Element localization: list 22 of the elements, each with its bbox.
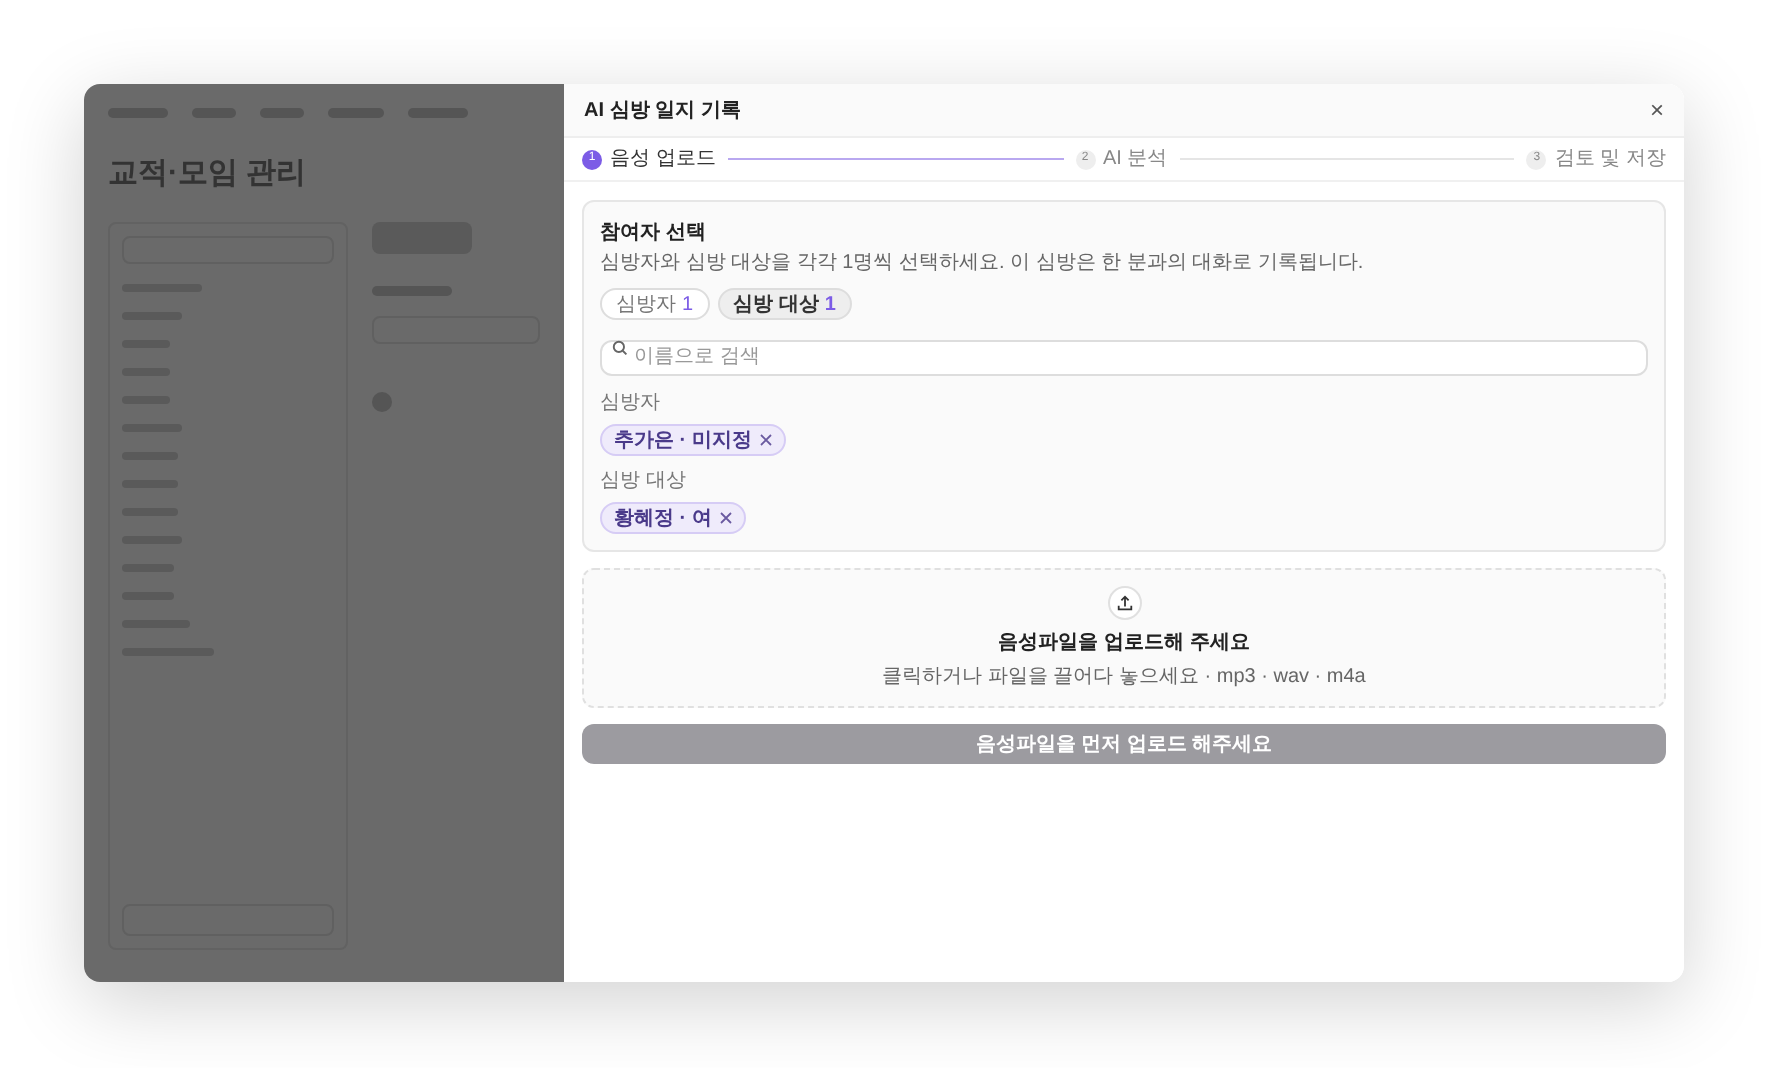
step-label: 음성 업로드 bbox=[610, 146, 716, 174]
section-description: 심방자와 심방 대상을 각각 1명씩 선택하세요. 이 심방은 한 분과의 대화로 기록됩니다. bbox=[600, 250, 1366, 278]
upload-hint: 클릭하거나 파일을 끌어다 놓으세요 · mp3 · wav · m4a bbox=[882, 663, 1366, 691]
group-label: 심방자 bbox=[600, 390, 662, 418]
chip-label: 황혜정 · 여 bbox=[614, 505, 712, 533]
section-title: 참여자 선택 bbox=[600, 220, 708, 248]
search-field[interactable]: 이름으로 검색 bbox=[600, 339, 1648, 375]
group-label: 심방 대상 bbox=[600, 468, 688, 496]
search-icon bbox=[612, 340, 628, 356]
remove-icon[interactable] bbox=[759, 434, 772, 446]
role-toggle[interactable]: 심방 대상 1 bbox=[717, 288, 852, 320]
step-label: 검토 및 저장 bbox=[1554, 146, 1667, 174]
chip-label: 추가은 · 미지정 bbox=[614, 427, 752, 455]
close-button[interactable]: × bbox=[1649, 98, 1664, 122]
upload-icon bbox=[1107, 585, 1141, 619]
role-toggle[interactable]: 심방자 1 bbox=[600, 288, 710, 320]
modal-title: AI 심방 일지 기록 bbox=[584, 97, 741, 125]
remove-icon[interactable] bbox=[719, 512, 732, 524]
upload-dropzone[interactable]: 음성파일을 업로드해 주세요 클릭하거나 파일을 끌어다 놓으세요 · mp3 · wav · m4a bbox=[582, 568, 1666, 708]
page-title: 교적·모임 관리 bbox=[108, 154, 309, 194]
upload-title: 음성파일을 업로드해 주세요 bbox=[998, 629, 1250, 657]
step-label: AI 분석 bbox=[1103, 146, 1168, 174]
